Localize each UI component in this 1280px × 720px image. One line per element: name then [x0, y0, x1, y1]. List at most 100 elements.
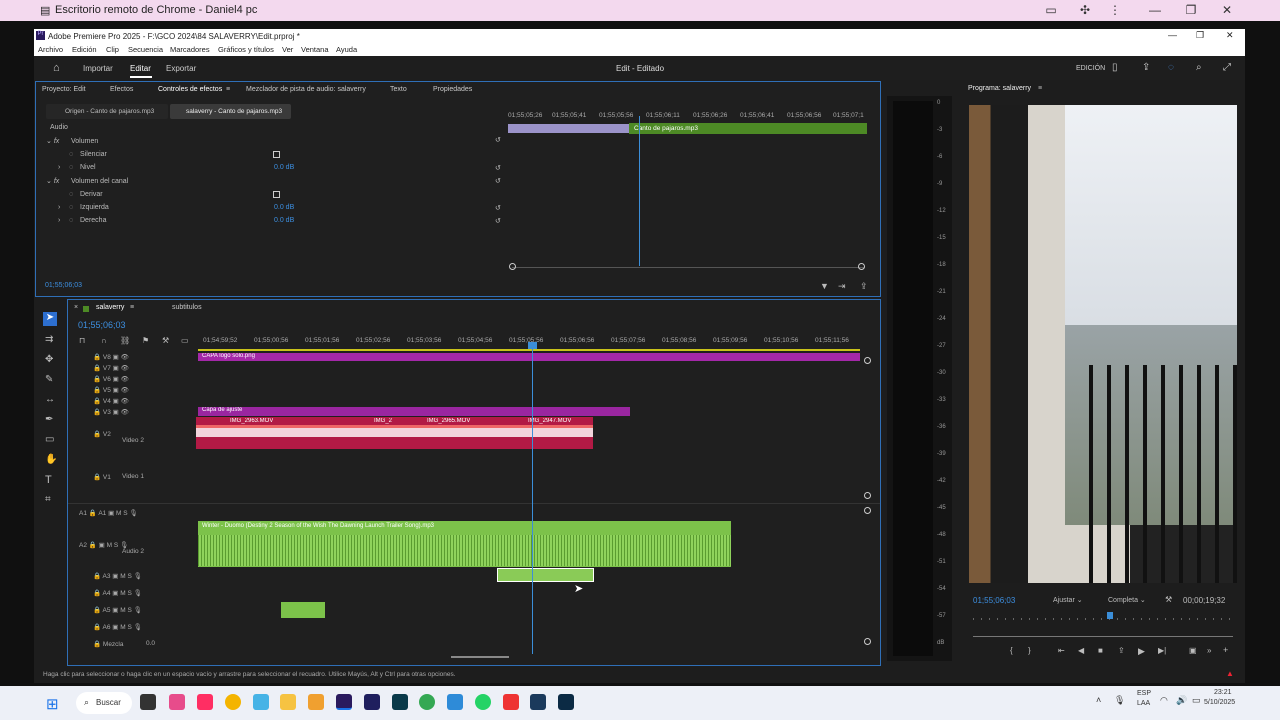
ripple-edit-icon[interactable]: ✥ — [45, 354, 53, 365]
source-selector[interactable]: Origen - Canto de pajaros.mp3 — [46, 104, 168, 119]
vscroll-handle[interactable] — [864, 638, 871, 645]
menu-marcadores[interactable]: Marcadores — [170, 45, 210, 54]
volume-icon[interactable]: 🔊 — [1176, 695, 1187, 706]
stopwatch-icon[interactable]: ◌ — [69, 191, 73, 198]
left-value[interactable]: 0.0 dB — [274, 204, 294, 211]
menu-ver[interactable]: Ver — [282, 45, 293, 54]
workspace-label[interactable]: EDICIÓN — [1076, 65, 1105, 72]
close-button[interactable]: ✕ — [1215, 2, 1239, 18]
tab-sequence-salaverry[interactable]: salaverry — [96, 304, 124, 311]
app-icon[interactable] — [308, 694, 324, 710]
tab-edit[interactable]: Editar — [130, 64, 151, 73]
premiere-taskbar-icon[interactable] — [336, 694, 352, 710]
comparison-icon[interactable]: ▣ — [1189, 646, 1197, 655]
export-frame-icon[interactable]: ⇪ — [1118, 646, 1125, 655]
stop-icon[interactable]: ■ — [1098, 646, 1103, 655]
tab-effect-controls[interactable]: Controles de efectos — [158, 86, 222, 93]
app-close-button[interactable]: ✕ — [1226, 30, 1234, 41]
program-timecode[interactable]: 01;55;06;03 — [973, 596, 1015, 605]
track-a6[interactable]: 🔒 A6 ▣ M S 🎙 — [93, 623, 142, 631]
vscroll-handle[interactable] — [864, 492, 871, 499]
track-v2-name[interactable]: Video 2 — [122, 437, 144, 444]
menu-edicion[interactable]: Edición — [72, 45, 97, 54]
mark-in-icon[interactable]: { — [1010, 646, 1013, 655]
wrench-icon[interactable]: ⚒ — [162, 336, 169, 345]
playhead-handle[interactable] — [528, 342, 537, 349]
wrench-icon[interactable]: ⚒ — [1165, 595, 1172, 604]
lang-2[interactable]: LAA — [1137, 700, 1150, 707]
photoshop-icon[interactable] — [558, 694, 574, 710]
extension-icon[interactable]: ✣ — [1073, 2, 1097, 18]
panel-icon[interactable]: ▯ — [1112, 62, 1118, 73]
tray-chevron-icon[interactable]: ˄ — [1096, 695, 1101, 705]
play-icon[interactable]: ▶ — [1138, 646, 1145, 657]
reset-icon[interactable]: ↺ — [495, 204, 501, 212]
linked-icon[interactable]: ⛓ — [120, 336, 130, 345]
clip-adjustment-layer[interactable]: Capa de ajuste — [198, 407, 630, 416]
clip-logo[interactable]: CAPA logo solo.png — [198, 353, 860, 361]
quality-dropdown[interactable]: Completa ⌄ — [1108, 596, 1146, 604]
lang-1[interactable]: ESP — [1137, 690, 1151, 697]
magnet-icon[interactable]: ∩ — [101, 336, 107, 345]
audition-icon[interactable] — [392, 694, 408, 710]
mic-icon[interactable]: 🎙 — [1114, 695, 1125, 706]
expand-right-chevron-icon[interactable]: › — [58, 217, 60, 224]
track-a1[interactable]: A1 🔒 A1 ▣ M S 🎙 — [79, 509, 138, 517]
menu-clip[interactable]: Clip — [106, 45, 119, 54]
app-icon[interactable] — [253, 694, 269, 710]
app-minimize-button[interactable]: — — [1168, 30, 1177, 40]
track-a2-name[interactable]: Audio 2 — [122, 548, 144, 555]
menu-secuencia[interactable]: Secuencia — [128, 45, 163, 54]
effect-volume[interactable]: Volumen — [71, 138, 98, 145]
tab-properties[interactable]: Propiedades — [433, 86, 472, 93]
bypass-channel-checkbox[interactable] — [273, 191, 280, 198]
selection-tool-icon[interactable]: ➤ — [43, 312, 57, 326]
close-tab-icon[interactable]: × — [74, 304, 78, 311]
track-a4[interactable]: 🔒 A4 ▣ M S 🎙 — [93, 589, 142, 597]
timeline-playhead[interactable] — [532, 342, 533, 654]
hscroll-bar[interactable] — [451, 656, 509, 658]
timeline-timecode[interactable]: 01;55;06;03 — [78, 320, 126, 330]
work-area-bar[interactable] — [198, 349, 860, 351]
reset-icon[interactable]: ↺ — [495, 217, 501, 225]
app-icon[interactable] — [447, 694, 463, 710]
share-icon[interactable]: ⇪ — [1142, 62, 1150, 73]
zoom-handle-right[interactable] — [858, 263, 865, 270]
rectangle-icon[interactable]: ▭ — [45, 434, 54, 445]
track-select-icon[interactable]: ⇉ — [45, 334, 53, 345]
whatsapp-icon[interactable] — [475, 694, 491, 710]
progress-icon[interactable]: ◌ — [1168, 62, 1174, 73]
home-icon[interactable]: ⌂ — [53, 62, 60, 74]
hamburger-icon[interactable]: ≡ — [226, 86, 230, 93]
razor-icon[interactable]: ✎ — [45, 374, 53, 385]
expand-level-chevron-icon[interactable]: › — [58, 164, 60, 171]
mini-playhead[interactable] — [639, 116, 640, 266]
stopwatch-icon[interactable]: ◌ — [69, 164, 73, 171]
add-button-icon[interactable]: + — [1223, 645, 1228, 655]
reset-icon[interactable]: ↺ — [495, 136, 501, 144]
effects-timecode[interactable]: 01;55;06;03 — [45, 282, 82, 289]
menu-ventana[interactable]: Ventana — [301, 45, 329, 54]
type-icon[interactable]: T — [45, 474, 52, 486]
track-v4[interactable]: 🔒 V4 ▣ 👁 — [93, 397, 129, 405]
windows-start-icon[interactable]: ⊞ — [46, 695, 59, 713]
app-restore-button[interactable]: ❐ — [1196, 30, 1204, 41]
minimize-button[interactable]: — — [1143, 2, 1167, 18]
battery-icon[interactable]: ▭ — [1192, 695, 1201, 706]
mark-out-icon[interactable]: } — [1028, 646, 1031, 655]
expand-channel-chevron-icon[interactable]: ⌄ fx — [46, 177, 59, 185]
mix-value[interactable]: 0.0 — [146, 640, 155, 647]
more-controls-icon[interactable]: » — [1207, 646, 1211, 655]
more-menu-icon[interactable]: ⋮ — [1103, 2, 1127, 18]
clipboard-icon[interactable]: ▭ — [1039, 2, 1063, 18]
clip-canto-pajaros[interactable] — [497, 568, 594, 582]
tab-effects[interactable]: Efectos — [110, 86, 133, 93]
pen-icon[interactable]: ✒ — [45, 414, 53, 425]
stopwatch-icon[interactable]: ◌ — [69, 204, 73, 211]
chrome-icon[interactable] — [225, 694, 241, 710]
right-value[interactable]: 0.0 dB — [274, 217, 294, 224]
track-v1-name[interactable]: Video 1 — [122, 473, 144, 480]
filter-icon[interactable]: ▼ — [820, 281, 829, 291]
file-explorer-icon[interactable] — [280, 694, 296, 710]
tab-text[interactable]: Texto — [390, 86, 407, 93]
